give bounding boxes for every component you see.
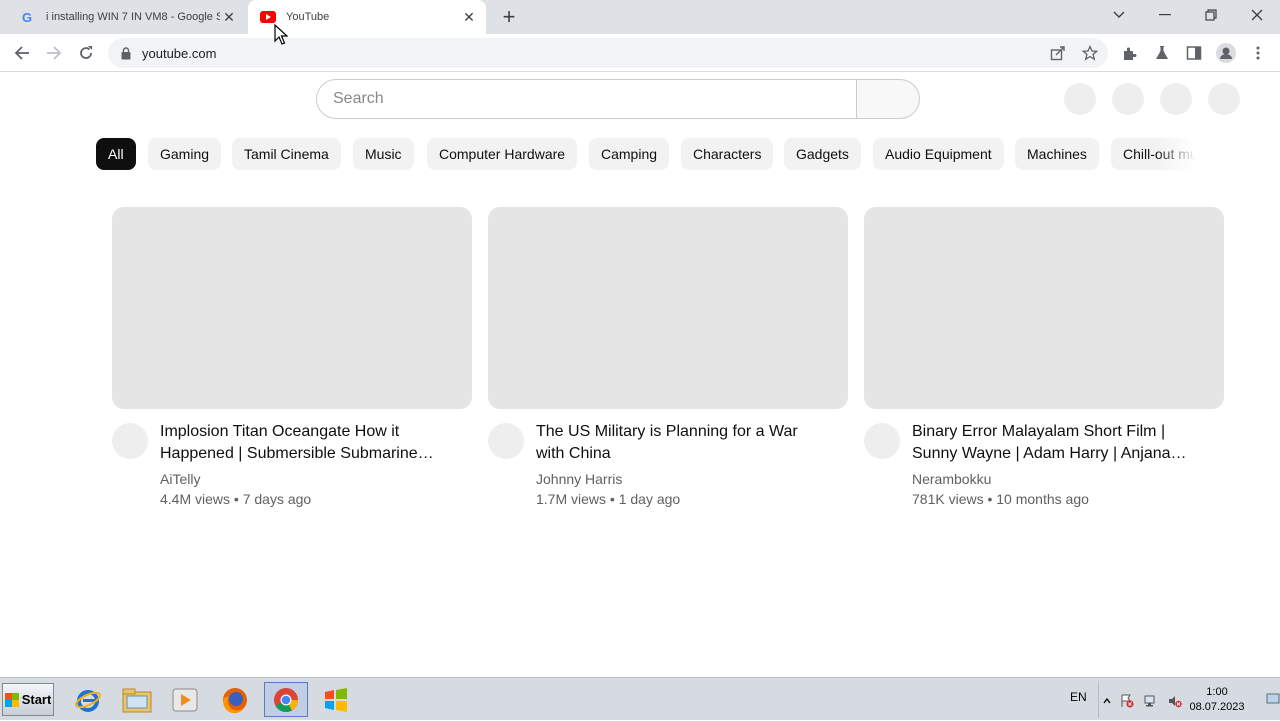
lock-icon[interactable] [120, 46, 132, 60]
clock-time: 1:00 [1206, 686, 1228, 698]
start-label: Start [21, 692, 52, 707]
video-thumbnail[interactable] [112, 207, 472, 409]
file-explorer-icon[interactable] [115, 682, 159, 717]
action-center-icon[interactable] [1119, 693, 1135, 709]
tab-title: i installing WIN 7 IN VM8 - Google S [46, 11, 220, 23]
chrome-menu-icon[interactable] [1245, 40, 1271, 66]
search-input[interactable] [333, 90, 833, 108]
system-tray: 1:00 08.07.2023 [1098, 681, 1258, 718]
channel-avatar[interactable] [864, 423, 900, 459]
clock[interactable]: 1:00 08.07.2023 [1182, 685, 1252, 715]
tab-strip: G i installing WIN 7 IN VM8 - Google S ✕… [0, 0, 1280, 34]
channel-avatar[interactable] [112, 423, 148, 459]
video-thumbnail[interactable] [488, 207, 848, 409]
channel-name[interactable]: Johnny Harris [536, 471, 622, 487]
channel-name[interactable]: AiTelly [160, 471, 200, 487]
extensions-icon[interactable] [1117, 40, 1143, 66]
chip-computer-hardware[interactable]: Computer Hardware [427, 138, 578, 170]
share-icon[interactable] [1045, 40, 1071, 66]
video-card[interactable]: Binary Error Malayalam Short Film | Sunn… [864, 207, 1224, 511]
start-button[interactable]: Start [2, 683, 54, 716]
video-card[interactable]: The US Military is Planning for a War wi… [488, 207, 848, 511]
show-hidden-icons-chevron-icon[interactable] [1099, 693, 1115, 709]
header-placeholder-icon[interactable] [1112, 83, 1144, 115]
tab-google-search[interactable]: G i installing WIN 7 IN VM8 - Google S ✕ [8, 0, 246, 34]
new-tab-button[interactable]: + [498, 4, 520, 29]
side-panel-icon[interactable] [1181, 40, 1207, 66]
svg-text:G: G [22, 10, 32, 24]
chip-gaming[interactable]: Gaming [148, 138, 222, 170]
volume-muted-icon[interactable] [1167, 693, 1183, 709]
search-box[interactable] [316, 79, 857, 119]
video-title[interactable]: Binary Error Malayalam Short Film | Sunn… [912, 421, 1202, 465]
close-tab-icon[interactable]: ✕ [460, 8, 478, 26]
internet-explorer-icon[interactable] [66, 682, 110, 717]
header-placeholder-icon[interactable] [1208, 83, 1240, 115]
address-bar[interactable]: youtube.com [108, 38, 1108, 68]
network-icon[interactable] [1143, 693, 1159, 709]
restore-button[interactable] [1188, 0, 1234, 30]
labs-flask-icon[interactable] [1149, 40, 1175, 66]
windows-taskbar: Start EN 1:00 08.07.2023 [0, 677, 1280, 720]
google-icon: G [20, 9, 36, 25]
forward-button[interactable] [41, 40, 67, 66]
windows-program-icon[interactable] [314, 682, 358, 717]
chip-camping[interactable]: Camping [589, 138, 670, 170]
show-desktop-button[interactable] [1266, 678, 1280, 721]
video-stats: 781K views • 10 months ago [912, 491, 1089, 507]
channel-avatar[interactable] [488, 423, 524, 459]
mouse-cursor-icon [274, 24, 288, 45]
header-placeholder-icon[interactable] [1064, 83, 1096, 115]
youtube-icon [260, 9, 276, 25]
clock-date: 08.07.2023 [1189, 701, 1245, 713]
chip-characters[interactable]: Characters [681, 138, 774, 170]
minimize-button[interactable] [1142, 0, 1188, 30]
chip-audio-equipment[interactable]: Audio Equipment [873, 138, 1004, 170]
windows-logo-icon [4, 692, 19, 707]
chip-tamil-cinema[interactable]: Tamil Cinema [232, 138, 341, 170]
video-title[interactable]: Implosion Titan Oceangate How it Happene… [160, 421, 450, 465]
chrome-icon[interactable] [264, 682, 308, 717]
video-thumbnail[interactable] [864, 207, 1224, 409]
tab-title: YouTube [286, 11, 330, 23]
close-tab-icon[interactable]: ✕ [220, 8, 238, 26]
browser-toolbar: youtube.com [0, 34, 1280, 72]
video-stats: 4.4M views • 7 days ago [160, 491, 312, 507]
chip-music[interactable]: Music [353, 138, 414, 170]
search-button[interactable] [856, 79, 920, 119]
language-indicator[interactable]: EN [1070, 690, 1087, 704]
reload-button[interactable] [73, 40, 99, 66]
close-window-button[interactable] [1234, 0, 1280, 30]
chip-gadgets[interactable]: Gadgets [784, 138, 861, 170]
category-chips: All Gaming Tamil Cinema Music Computer H… [96, 138, 1196, 170]
chip-machines[interactable]: Machines [1015, 138, 1099, 170]
youtube-header [0, 72, 1280, 128]
tab-search-icon[interactable] [1096, 0, 1142, 30]
media-player-icon[interactable] [163, 682, 207, 717]
video-stats: 1.7M views • 1 day ago [536, 491, 681, 507]
chips-fade [1156, 138, 1196, 170]
video-title[interactable]: The US Military is Planning for a War wi… [536, 421, 826, 465]
video-card[interactable]: Implosion Titan Oceangate How it Happene… [112, 207, 472, 511]
firefox-icon[interactable] [213, 682, 257, 717]
back-button[interactable] [9, 40, 35, 66]
profile-avatar-icon[interactable] [1213, 40, 1239, 66]
channel-name[interactable]: Nerambokku [912, 471, 991, 487]
chip-all[interactable]: All [96, 138, 136, 170]
header-placeholder-icon[interactable] [1160, 83, 1192, 115]
bookmark-star-icon[interactable] [1077, 40, 1103, 66]
url-text: youtube.com [142, 45, 217, 61]
